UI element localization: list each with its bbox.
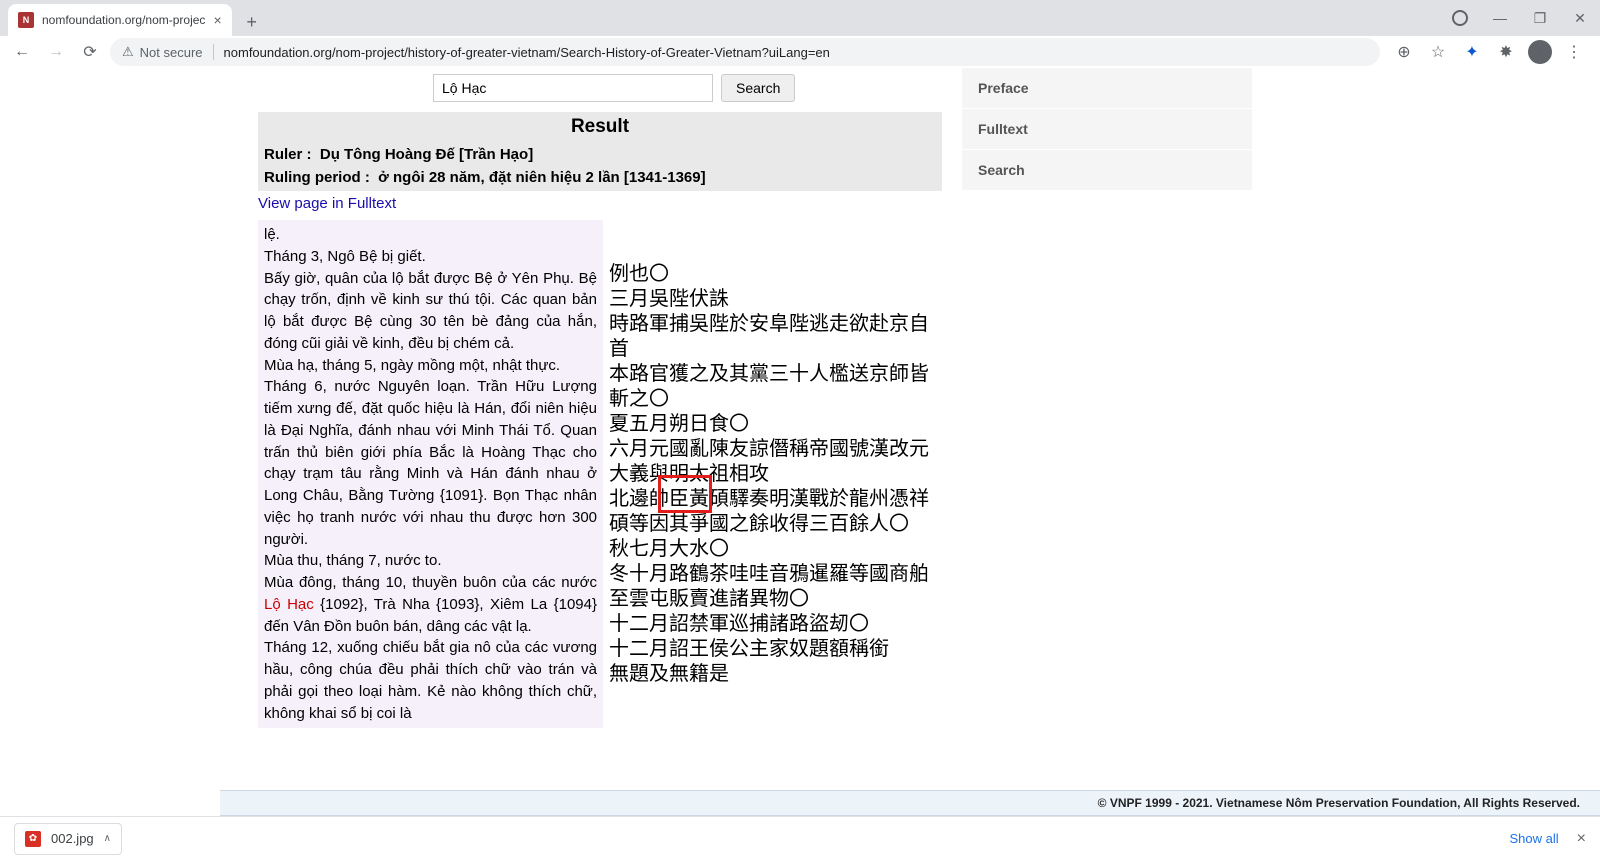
period-value: ở ngôi 28 năm, đặt niên hiệu 2 lần [1341… xyxy=(378,169,705,186)
url-input[interactable] xyxy=(224,45,1368,60)
back-button[interactable]: ← xyxy=(8,38,36,66)
close-downloads-icon[interactable]: × xyxy=(1577,830,1586,848)
download-file-icon: ✿ xyxy=(25,831,41,847)
han-line: 夏五月朔日食〇 xyxy=(609,412,942,437)
page-content: Search Result Ruler : Dụ Tông Hoàng Đế [… xyxy=(0,68,1600,816)
han-text: 例也〇 三月吳陛伏誅 時路軍捕吳陛於安阜陛逃走欲赴京自首 本路官獲之及其黨三十人… xyxy=(609,220,942,687)
fulltext-link[interactable]: View page in Fulltext xyxy=(258,191,396,220)
browser-chrome: N nomfoundation.org/nom-projec × + — ❐ ✕… xyxy=(0,0,1600,68)
viet-line: Tháng 6, nước Nguyên loạn. Trần Hữu Lượn… xyxy=(264,376,597,550)
extensions-menu-icon[interactable]: ✸ xyxy=(1494,40,1518,64)
han-line: 秋七月大水〇 xyxy=(609,537,942,562)
viet-line: Tháng 3, Ngô Bệ bị giết. xyxy=(264,246,597,268)
main-column: Search Result Ruler : Dụ Tông Hoàng Đế [… xyxy=(258,68,942,816)
forward-button[interactable]: → xyxy=(42,38,70,66)
han-line: 十二月詔禁軍巡捕諸路盜刼〇 xyxy=(609,612,942,637)
footer: © VNPF 1999 - 2021. Vietnamese Nôm Prese… xyxy=(220,790,1600,816)
profile-avatar[interactable]: T xyxy=(1528,40,1552,64)
kebab-menu-icon[interactable]: ⋮ xyxy=(1562,40,1586,64)
maximize-icon[interactable]: ❐ xyxy=(1526,4,1554,32)
account-dot-icon[interactable] xyxy=(1446,4,1474,32)
download-filename: 002.jpg xyxy=(51,831,94,846)
han-line: 十二月詔王侯公主家奴題額稱銜 xyxy=(609,637,942,662)
divider xyxy=(213,44,214,60)
address-bar[interactable]: ⚠ Not secure xyxy=(110,38,1380,66)
downloads-bar: ✿ 002.jpg ∧ Show all × xyxy=(0,816,1600,860)
tab-strip: N nomfoundation.org/nom-projec × + — ❐ ✕ xyxy=(0,0,1600,36)
new-tab-button[interactable]: + xyxy=(238,8,266,36)
show-all-downloads[interactable]: Show all xyxy=(1510,831,1559,846)
extension-icon[interactable]: ✦ xyxy=(1460,40,1484,64)
not-secure-label: Not secure xyxy=(140,45,203,60)
han-line: 例也〇 xyxy=(609,262,942,287)
ruler-value: Dụ Tông Hoàng Đế [Trần Hạo] xyxy=(320,146,533,163)
sidebar-item-preface[interactable]: Preface xyxy=(962,68,1252,109)
download-item[interactable]: ✿ 002.jpg ∧ xyxy=(14,823,122,855)
zoom-icon[interactable]: ⊕ xyxy=(1392,40,1416,64)
chevron-up-icon[interactable]: ∧ xyxy=(104,833,111,844)
sidebar-item-fulltext[interactable]: Fulltext xyxy=(962,109,1252,150)
not-secure-indicator[interactable]: ⚠ Not secure xyxy=(122,44,203,60)
browser-toolbar: ← → ⟳ ⚠ Not secure ⊕ ☆ ✦ ✸ T ⋮ xyxy=(0,36,1600,68)
viet-line: Mùa thu, tháng 7, nước to. xyxy=(264,550,597,572)
search-input[interactable] xyxy=(433,74,713,102)
search-button[interactable]: Search xyxy=(721,74,795,102)
search-row: Search xyxy=(258,68,942,112)
han-line: 無題及無籍是 xyxy=(609,662,942,687)
highlight-term: Lộ Hạc xyxy=(264,596,314,613)
han-line: 本路官獲之及其黨三十人檻送京師皆斬之〇 xyxy=(609,362,942,412)
viet-line: lệ. xyxy=(264,224,597,246)
text-columns: lệ. Tháng 3, Ngô Bệ bị giết. Bấy giờ, qu… xyxy=(258,220,942,728)
sidebar-nav: Preface Fulltext Search xyxy=(962,68,1252,816)
han-line: 碩等因其爭國之餘收得三百餘人〇 xyxy=(609,512,942,537)
bookmark-icon[interactable]: ☆ xyxy=(1426,40,1450,64)
vietnamese-text: lệ. Tháng 3, Ngô Bệ bị giết. Bấy giờ, qu… xyxy=(258,220,603,728)
window-controls: — ❐ ✕ xyxy=(1446,4,1594,32)
close-window-icon[interactable]: ✕ xyxy=(1566,4,1594,32)
han-line: 六月元國亂陳友諒僭稱帝國號漢改元大義與明太祖相攻 xyxy=(609,437,942,487)
footer-text: © VNPF 1999 - 2021. Vietnamese Nôm Prese… xyxy=(1098,796,1580,810)
minimize-icon[interactable]: — xyxy=(1486,4,1514,32)
period-label: Ruling period : xyxy=(264,169,370,186)
han-line: 時路軍捕吳陛於安阜陛逃走欲赴京自首 xyxy=(609,312,942,362)
han-line: 北邊帥臣黃碩驛奏明漢戰於龍州憑祥 xyxy=(609,487,942,512)
viet-line: Bấy giờ, quân của lộ bắt được Bệ ở Yên P… xyxy=(264,268,597,355)
viet-line: Mùa hạ, tháng 5, ngày mồng một, nhật thự… xyxy=(264,355,597,377)
reload-button[interactable]: ⟳ xyxy=(76,38,104,66)
sidebar-item-search[interactable]: Search xyxy=(962,150,1252,191)
close-tab-icon[interactable]: × xyxy=(213,12,221,28)
result-heading: Result xyxy=(258,112,942,142)
toolbar-icons: ⊕ ☆ ✦ ✸ T ⋮ xyxy=(1386,40,1592,64)
han-line: 三月吳陛伏誅 xyxy=(609,287,942,312)
warning-icon: ⚠ xyxy=(122,44,134,60)
ruler-label: Ruler : xyxy=(264,146,312,163)
tab-title: nomfoundation.org/nom-projec xyxy=(42,13,205,27)
favicon-icon: N xyxy=(18,12,34,28)
han-line: 冬十月路鶴茶哇哇音鴉暹羅等國商舶至雲屯販賣進諸異物〇 xyxy=(609,562,942,612)
ruler-info: Ruler : Dụ Tông Hoàng Đế [Trần Hạo] Ruli… xyxy=(258,142,942,191)
browser-tab[interactable]: N nomfoundation.org/nom-projec × xyxy=(8,4,232,36)
viet-line: Tháng 12, xuống chiếu bắt gia nô của các… xyxy=(264,637,597,724)
viet-line: Mùa đông, tháng 10, thuyền buôn của các … xyxy=(264,572,597,637)
